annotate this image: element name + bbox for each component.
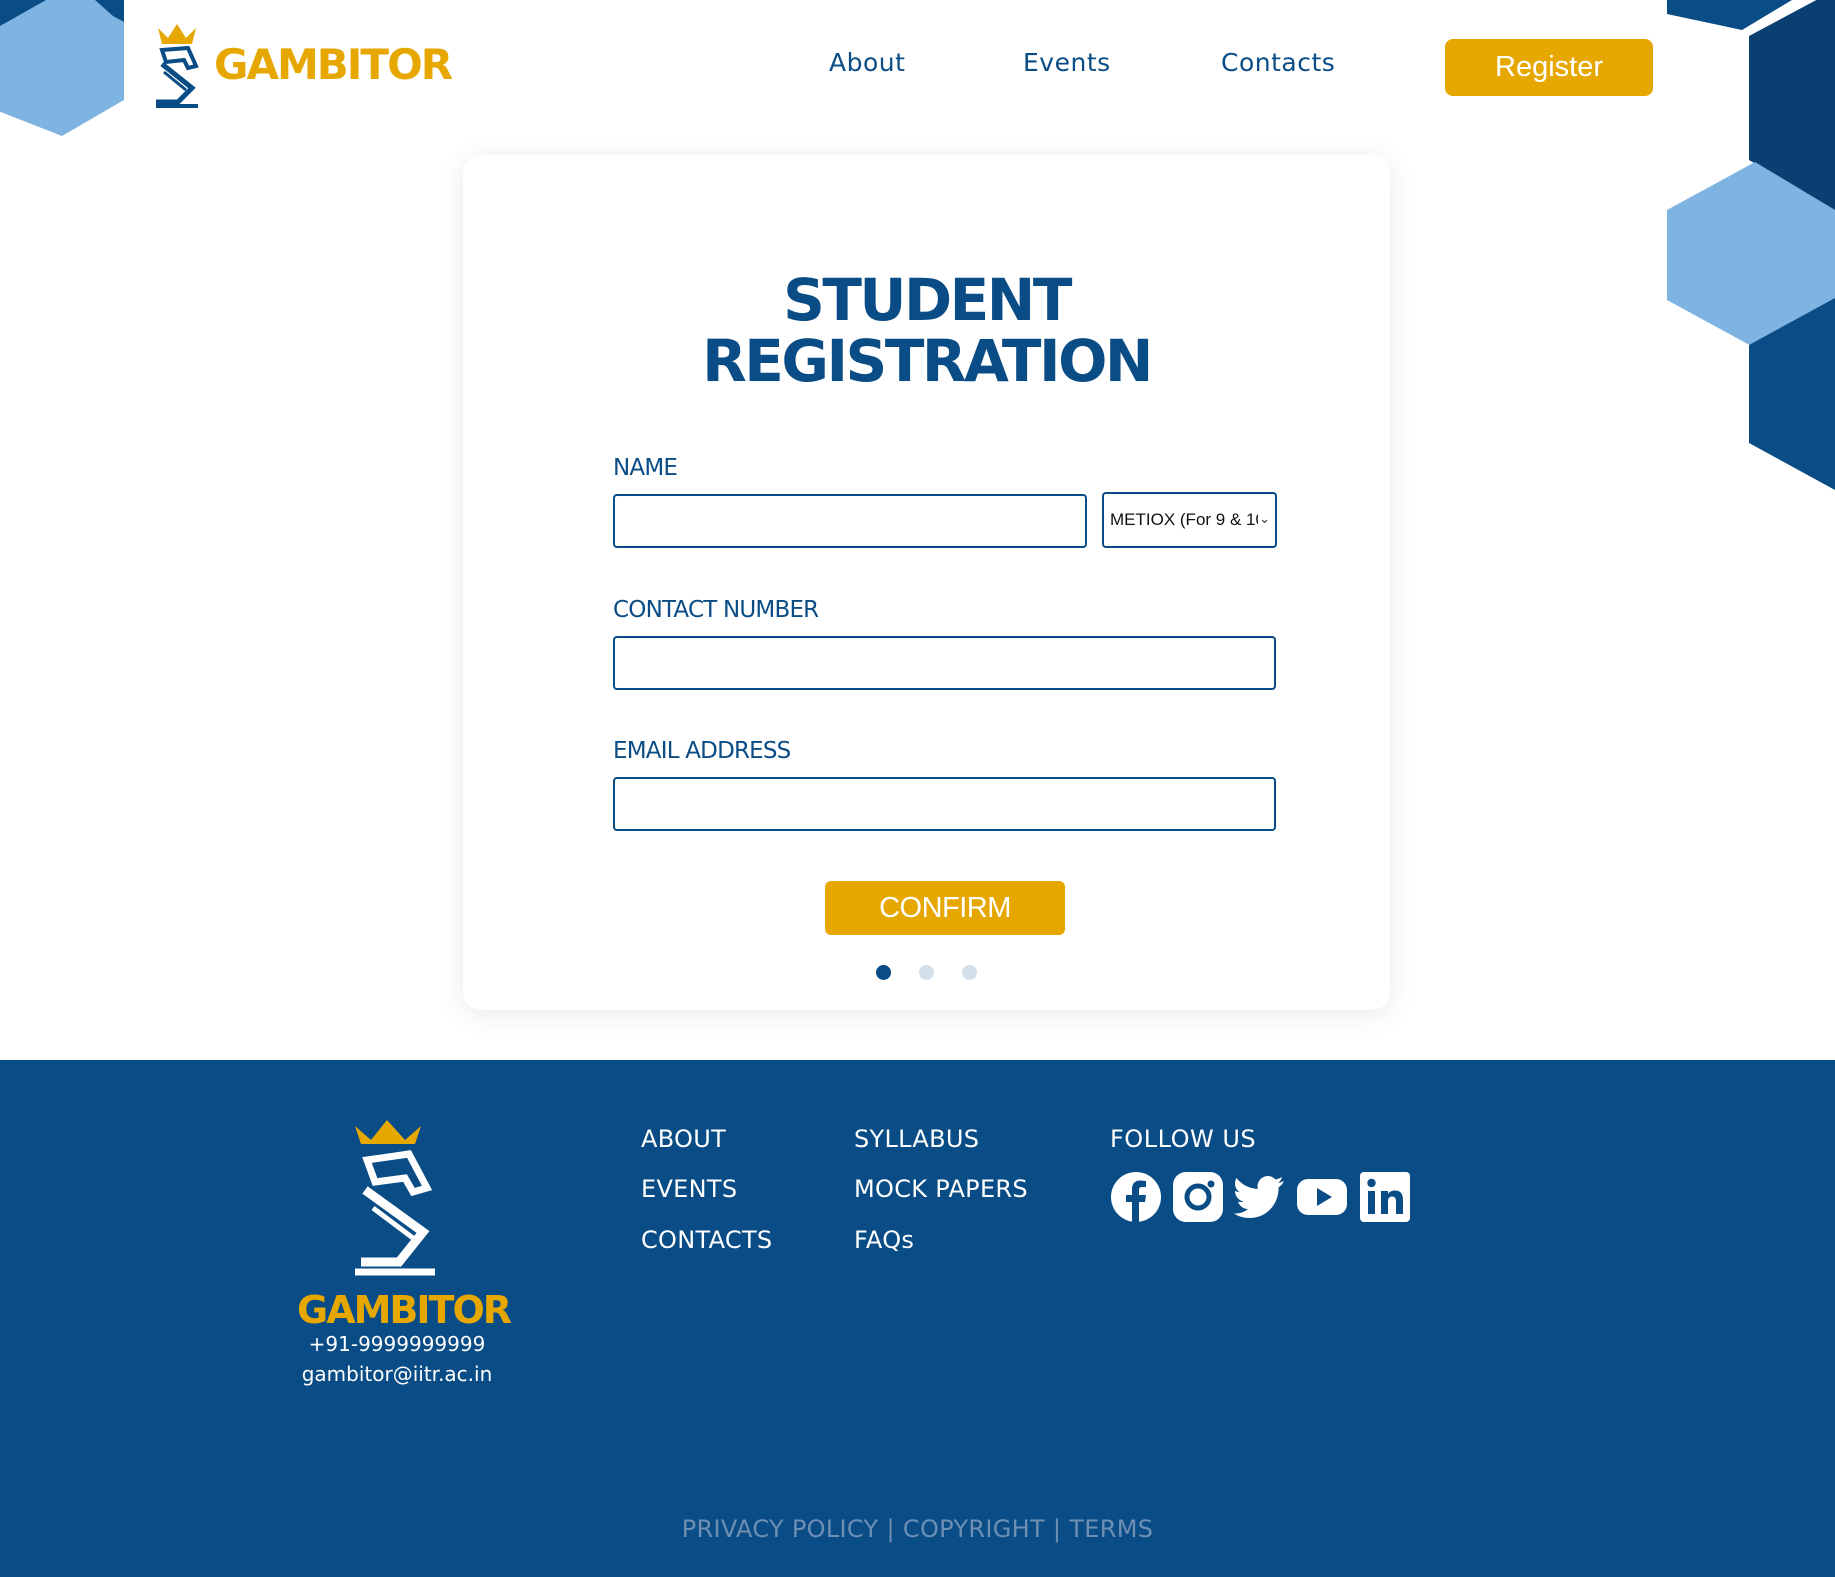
step-dot-3[interactable] xyxy=(962,965,977,980)
twitter-icon[interactable] xyxy=(1234,1171,1286,1223)
registration-card: STUDENT REGISTRATION NAME METIOX (For 9 … xyxy=(463,155,1390,1010)
nav-about[interactable]: About xyxy=(829,48,905,77)
name-input[interactable] xyxy=(613,494,1087,548)
confirm-button[interactable]: CONFIRM xyxy=(825,881,1065,935)
form-title-line-1: STUDENT xyxy=(783,266,1072,334)
footer-link-about[interactable]: ABOUT xyxy=(641,1125,726,1153)
nav-contacts[interactable]: Contacts xyxy=(1221,48,1335,77)
nav-events[interactable]: Events xyxy=(1023,48,1111,77)
chevron-down-icon: ⌄ xyxy=(1259,511,1270,526)
footer-brand-name: GAMBITOR xyxy=(297,1288,512,1332)
footer-link-contacts[interactable]: CONTACTS xyxy=(641,1226,772,1254)
logo[interactable]: GAMBITOR xyxy=(148,18,453,110)
terms-link[interactable]: TERMS xyxy=(1069,1515,1153,1543)
email-address-label: EMAIL ADDRESS xyxy=(613,738,791,764)
email-address-input[interactable] xyxy=(613,777,1276,831)
footer: GAMBITOR +91-9999999999 gambitor@iitr.ac… xyxy=(0,1060,1835,1577)
knight-crown-logo-icon xyxy=(156,24,199,108)
legal-links: PRIVACY POLICY | COPYRIGHT | TERMS xyxy=(0,1515,1835,1543)
category-select-value: METIOX (For 9 & 10 xyxy=(1110,510,1258,529)
step-indicator xyxy=(463,965,1390,980)
privacy-policy-link[interactable]: PRIVACY POLICY xyxy=(682,1515,879,1543)
footer-phone: +91-9999999999 xyxy=(308,1332,486,1356)
form-title: STUDENT REGISTRATION xyxy=(463,270,1390,392)
hexagon-decoration-top-left xyxy=(0,0,124,136)
brand-name: GAMBITOR xyxy=(214,39,453,89)
form-title-line-2: REGISTRATION xyxy=(702,327,1153,395)
contact-number-label: CONTACT NUMBER xyxy=(613,597,819,623)
youtube-icon[interactable] xyxy=(1296,1171,1348,1223)
legal-separator: | xyxy=(1052,1515,1062,1543)
legal-separator: | xyxy=(886,1515,895,1543)
knight-crown-footer-logo-icon xyxy=(355,1120,435,1276)
follow-us-heading: FOLLOW US xyxy=(1110,1125,1257,1153)
instagram-icon[interactable] xyxy=(1172,1171,1224,1223)
copyright-link[interactable]: COPYRIGHT xyxy=(903,1515,1045,1543)
linkedin-icon[interactable] xyxy=(1359,1171,1411,1223)
contact-number-input[interactable] xyxy=(613,636,1276,690)
name-label: NAME xyxy=(613,455,678,481)
footer-link-events[interactable]: EVENTS xyxy=(641,1175,737,1203)
step-dot-2[interactable] xyxy=(919,965,934,980)
step-dot-1[interactable] xyxy=(876,965,891,980)
footer-link-faqs[interactable]: FAQs xyxy=(854,1226,914,1254)
category-select[interactable]: METIOX (For 9 & 10 ⌄ xyxy=(1102,492,1277,548)
register-button[interactable]: Register xyxy=(1445,39,1653,96)
facebook-icon[interactable] xyxy=(1110,1171,1162,1223)
footer-email[interactable]: gambitor@iitr.ac.in xyxy=(257,1362,537,1386)
footer-link-syllabus[interactable]: SYLLABUS xyxy=(854,1125,979,1153)
hexagon-decoration-top-right xyxy=(1667,0,1835,490)
footer-link-mock-papers[interactable]: MOCK PAPERS xyxy=(854,1175,1028,1203)
